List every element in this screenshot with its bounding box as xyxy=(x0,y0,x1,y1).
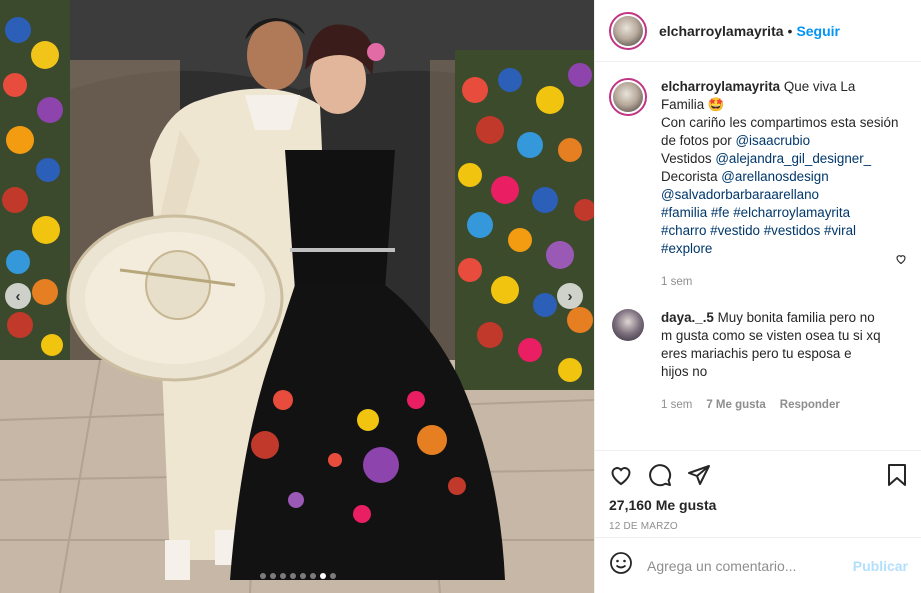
comment-time[interactable]: 1 sem xyxy=(661,396,692,414)
add-comment-bar: Publicar xyxy=(595,537,921,593)
post-header: elcharroylamayrita • Seguir xyxy=(595,0,921,62)
header-separator: • xyxy=(787,22,793,39)
follow-button[interactable]: Seguir xyxy=(796,23,840,39)
share-icon[interactable] xyxy=(687,463,711,492)
carousel-dot xyxy=(280,573,286,579)
mention-link[interactable]: @alejandra_gil_designer_ xyxy=(715,151,871,166)
publish-button[interactable]: Publicar xyxy=(853,558,908,574)
avatar[interactable] xyxy=(609,11,647,50)
comment-body: daya._.5 Muy bonita familia pero no m gu… xyxy=(661,309,881,414)
chevron-left-icon[interactable]: ‹ xyxy=(5,283,31,309)
mention-link[interactable]: @isaacrubio xyxy=(735,133,810,148)
comment-item: daya._.5 Muy bonita familia pero no m gu… xyxy=(609,309,908,414)
mention-link[interactable]: @arellanosdesign xyxy=(721,169,828,184)
comments-section: elcharroylamayrita Que viva La Familia 🤩… xyxy=(595,78,921,450)
caption-line3-text: Vestidos xyxy=(661,151,716,166)
comment-meta: 1 sem 7 Me gusta Responder xyxy=(661,396,881,414)
caption-body: elcharroylamayrita Que viva La Familia 🤩… xyxy=(661,78,899,291)
post-actions: 27,160 Me gusta 12 DE MARZO Publicar xyxy=(595,450,921,593)
comment-like-heart-icon[interactable] xyxy=(895,252,907,270)
bookmark-icon[interactable] xyxy=(886,463,908,492)
carousel-dot xyxy=(300,573,306,579)
comment-icon[interactable] xyxy=(648,463,672,492)
carousel-dot xyxy=(270,573,276,579)
photo-illustration xyxy=(0,0,594,593)
post-photo[interactable]: ‹ › xyxy=(0,0,594,593)
caption: elcharroylamayrita Que viva La Familia 🤩… xyxy=(609,78,908,291)
carousel-dot xyxy=(320,573,326,579)
carousel-dot xyxy=(290,573,296,579)
comment-username[interactable]: daya._.5 xyxy=(661,310,714,325)
hashtags[interactable]: #familia #fe #elcharroylamayrita #charro… xyxy=(661,205,856,256)
carousel-dot xyxy=(310,573,316,579)
carousel-dot xyxy=(330,573,336,579)
mention-link[interactable]: @salvadorbarbaraarellano xyxy=(661,187,819,202)
post-details-panel: elcharroylamayrita • Seguir elcharroylam… xyxy=(594,0,921,593)
action-icons xyxy=(595,451,921,495)
post-date[interactable]: 12 DE MARZO xyxy=(595,521,921,532)
avatar[interactable] xyxy=(609,78,647,116)
carousel-dots xyxy=(260,573,336,579)
header-username[interactable]: elcharroylamayrita xyxy=(659,23,784,39)
caption-username[interactable]: elcharroylamayrita xyxy=(661,79,780,94)
caption-time[interactable]: 1 sem xyxy=(661,273,692,291)
comment-likes[interactable]: 7 Me gusta xyxy=(706,396,765,414)
likes-count[interactable]: 27,160 Me gusta xyxy=(595,497,921,513)
heart-icon[interactable] xyxy=(609,463,633,492)
comment-input[interactable] xyxy=(647,557,853,574)
caption-meta: 1 sem xyxy=(661,273,899,291)
chevron-right-icon[interactable]: › xyxy=(557,283,583,309)
carousel-dot xyxy=(260,573,266,579)
caption-line4-text: Decorista xyxy=(661,169,722,184)
avatar[interactable] xyxy=(612,309,644,341)
reply-button[interactable]: Responder xyxy=(780,396,840,414)
emoji-icon[interactable] xyxy=(609,551,633,580)
